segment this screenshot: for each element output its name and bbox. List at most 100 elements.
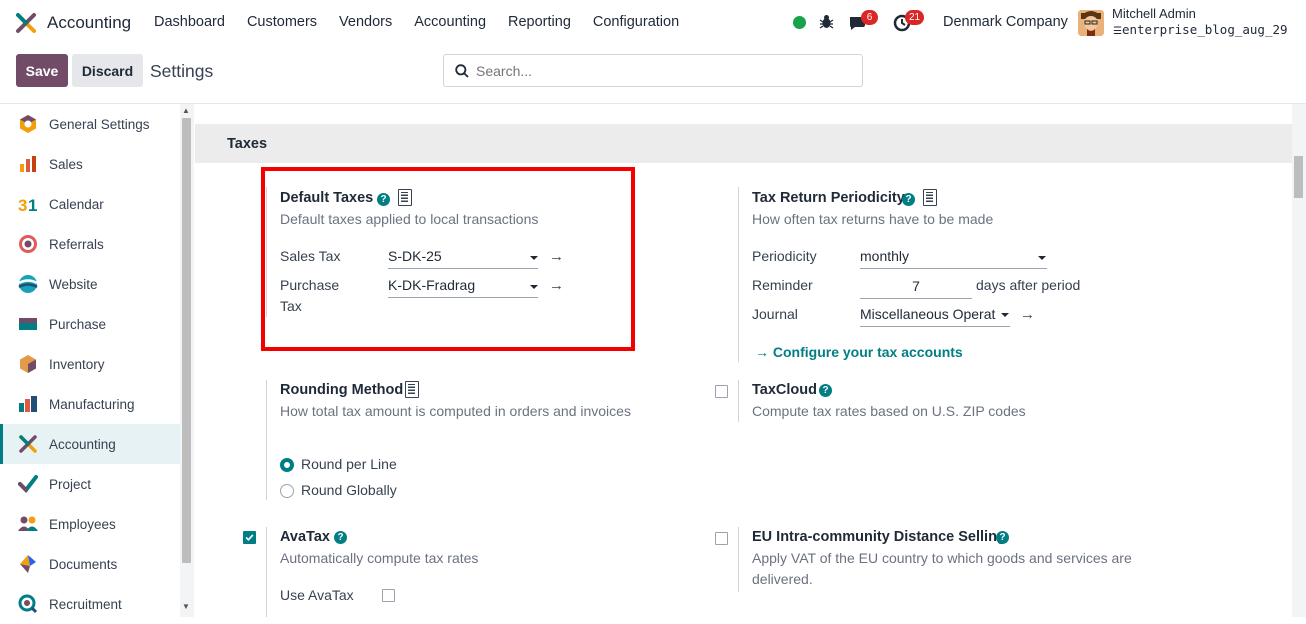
sidebar-item-label: Project <box>49 476 92 492</box>
setting-divider <box>266 380 267 500</box>
chevron-down-icon[interactable] <box>1038 256 1046 260</box>
sidebar-item-recruitment[interactable]: Recruitment <box>0 584 180 624</box>
avatax-desc: Automatically compute tax rates <box>280 550 479 566</box>
highlight-box <box>261 167 635 351</box>
avatax-checkbox[interactable] <box>243 531 256 544</box>
company-icon <box>405 381 419 398</box>
employees-icon <box>18 516 38 531</box>
company-switcher[interactable]: Denmark Company <box>943 14 1068 30</box>
chevron-down-icon[interactable] <box>1001 313 1009 317</box>
periodicity-label: Periodicity <box>752 248 817 264</box>
sidebar-item-label: Employees <box>49 516 116 532</box>
accounting-icon <box>19 435 37 453</box>
database-label: enterprise_blog_aug_29 <box>1121 22 1288 37</box>
journal-select[interactable]: Miscellaneous Operat <box>860 304 1010 327</box>
user-avatar[interactable] <box>1078 10 1104 36</box>
accounting-app-icon[interactable] <box>15 12 37 34</box>
help-icon[interactable]: ? <box>996 531 1009 544</box>
sidebar-item-documents[interactable]: Documents <box>0 544 180 584</box>
recruitment-icon <box>18 594 38 614</box>
user-name[interactable]: Mitchell Admin <box>1112 6 1196 21</box>
section-title: Taxes <box>227 136 268 152</box>
eu-distance-title: EU Intra-community Distance Selling <box>752 529 1006 545</box>
sidebar-item-label: Sales <box>49 156 83 172</box>
sidebar-item-label: Accounting <box>49 436 116 452</box>
sidebar-item-referrals[interactable]: Referrals <box>0 224 180 264</box>
help-icon[interactable]: ? <box>902 193 915 206</box>
scroll-down-icon[interactable]: ▼ <box>182 602 190 611</box>
taxcloud-checkbox[interactable] <box>715 385 728 398</box>
round-per-line-radio[interactable] <box>280 458 294 472</box>
setting-divider <box>266 527 267 617</box>
round-per-line-label[interactable]: Round per Line <box>301 456 397 472</box>
sidebar-item-label: Inventory <box>49 356 105 372</box>
activity-badge: 21 <box>905 10 925 25</box>
sidebar-item-general-settings[interactable]: General Settings <box>0 104 180 144</box>
help-icon[interactable]: ? <box>819 384 832 397</box>
sidebar-item-label: Purchase <box>49 316 107 332</box>
main-scrollbar-thumb[interactable] <box>1294 156 1303 198</box>
documents-icon <box>20 555 36 573</box>
referrals-icon <box>19 235 37 253</box>
menu-item-dashboard[interactable]: Dashboard <box>154 14 225 30</box>
sidebar-scrollbar-thumb[interactable] <box>182 118 191 563</box>
debug-bug-icon[interactable] <box>819 14 834 30</box>
calendar-icon: 31 <box>18 196 37 214</box>
search-icon <box>455 64 469 78</box>
sidebar-item-manufacturing[interactable]: Manufacturing <box>0 384 180 424</box>
rounding-desc: How total tax amount is computed in orde… <box>280 403 631 419</box>
svg-text:3: 3 <box>18 196 27 214</box>
sidebar-item-label: Website <box>49 276 98 292</box>
sidebar-item-project[interactable]: Project <box>0 464 180 504</box>
menu-item-configuration[interactable]: Configuration <box>593 14 679 30</box>
reminder-suffix: days after period <box>976 277 1081 293</box>
taxcloud-desc: Compute tax rates based on U.S. ZIP code… <box>752 403 1026 419</box>
top-navbar: Accounting Dashboard Customers Vendors A… <box>0 0 1306 46</box>
database-icon: ☰ <box>1113 26 1122 37</box>
breadcrumb: Settings <box>150 61 214 81</box>
menu-item-accounting[interactable]: Accounting <box>414 14 486 30</box>
use-avatax-checkbox[interactable] <box>382 589 395 602</box>
round-globally-label[interactable]: Round Globally <box>301 482 397 498</box>
chat-badge: 6 <box>861 10 878 25</box>
reminder-label: Reminder <box>752 277 813 293</box>
section-header <box>195 124 1292 163</box>
eu-distance-desc-line2: delivered. <box>752 571 813 587</box>
sidebar-item-purchase[interactable]: Purchase <box>0 304 180 344</box>
general-settings-icon <box>20 115 36 133</box>
company-icon <box>923 189 937 206</box>
help-icon[interactable]: ? <box>334 531 347 544</box>
scroll-up-icon[interactable]: ▲ <box>182 106 190 115</box>
search-input[interactable] <box>476 61 856 81</box>
sales-icon <box>20 156 36 172</box>
sidebar-item-accounting[interactable]: Accounting <box>0 424 180 464</box>
sidebar-item-label: Recruitment <box>49 596 122 612</box>
configure-tax-accounts-link[interactable]: → Configure your tax accounts <box>755 344 963 360</box>
tax-return-desc: How often tax returns have to be made <box>752 211 994 227</box>
sidebar-item-label: Calendar <box>49 196 104 212</box>
sidebar-item-website[interactable]: Website <box>0 264 180 304</box>
sidebar-item-sales[interactable]: Sales <box>0 144 180 184</box>
journal-open-icon[interactable]: → <box>1020 306 1035 323</box>
sidebar-item-calendar[interactable]: 31 Calendar <box>0 184 180 224</box>
sidebar-item-label: General Settings <box>49 116 150 132</box>
check-icon <box>245 534 254 542</box>
sidebar-item-employees[interactable]: Employees <box>0 504 180 544</box>
sidebar-item-inventory[interactable]: Inventory <box>0 344 180 384</box>
setting-divider <box>738 187 739 362</box>
save-button[interactable]: Save <box>16 54 68 87</box>
app-name[interactable]: Accounting <box>47 13 131 33</box>
eu-distance-checkbox[interactable] <box>715 532 728 545</box>
menu-item-vendors[interactable]: Vendors <box>339 14 392 30</box>
taxcloud-title: TaxCloud <box>752 382 817 398</box>
round-globally-radio[interactable] <box>280 484 294 498</box>
reminder-days-input[interactable]: 7 <box>860 276 972 299</box>
search-box[interactable] <box>443 54 863 87</box>
menu-item-customers[interactable]: Customers <box>247 14 317 30</box>
setting-divider <box>738 380 739 422</box>
eu-distance-desc-line1: Apply VAT of the EU country to which goo… <box>752 550 1132 566</box>
menu-item-reporting[interactable]: Reporting <box>508 14 571 30</box>
periodicity-select[interactable]: monthly <box>860 246 1047 269</box>
discard-button[interactable]: Discard <box>72 54 143 87</box>
settings-sidebar: General Settings Sales 31 Calendar Refer… <box>0 104 180 617</box>
